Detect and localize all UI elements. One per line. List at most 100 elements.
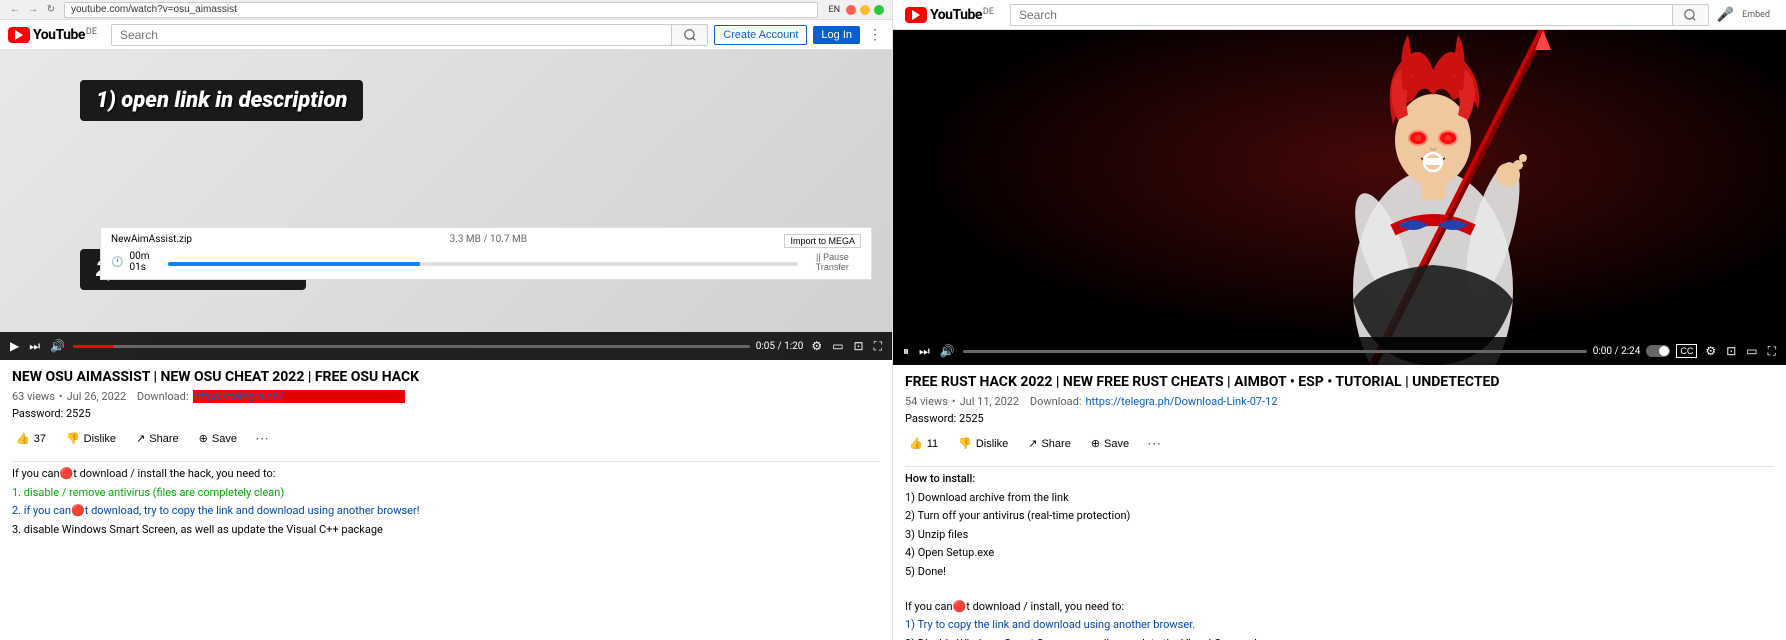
right-fullscreen-button[interactable]: ⛶ [1766, 342, 1778, 361]
right-youtube-logo[interactable]: YouTube DE [905, 7, 994, 23]
left-save-label: Save [212, 433, 237, 445]
dl-progress-fill [168, 262, 420, 266]
maximize-window-button[interactable] [874, 5, 884, 15]
right-video-meta: 54 views • Jul 11, 2022 Download: https:… [905, 395, 1774, 408]
left-video-overlay-1: 1) open link in description [80, 80, 363, 121]
left-save-button[interactable]: ⊕ Save [195, 430, 241, 447]
left-like-count: 37 [34, 433, 46, 445]
left-video-controls: ▶ ⏭ 🔊 0:05 / 1:20 ⚙ ▭ ⊡ ⛶ [0, 332, 892, 360]
right-video-title: FREE RUST HACK 2022 | NEW FREE RUST CHEA… [905, 373, 1774, 391]
left-dislike-button[interactable]: 👎 Dislike [62, 430, 120, 447]
right-youtube-logo-text: YouTube [930, 7, 982, 23]
left-view-count: 63 views [12, 390, 55, 403]
right-miniplayer-button[interactable]: ⊡ [1724, 342, 1738, 360]
left-time-display: 0:05 / 1:20 [756, 341, 804, 352]
right-desc-header: How to install: [905, 471, 1774, 488]
right-share-icon: ↗ [1028, 437, 1037, 450]
left-share-button[interactable]: ↗ Share [132, 430, 183, 447]
back-button[interactable]: ← [8, 3, 22, 17]
right-video-date: Jul 11, 2022 [960, 395, 1020, 408]
right-panel: YouTube DE 🎤 Embed [893, 0, 1786, 640]
right-video-info: FREE RUST HACK 2022 | NEW FREE RUST CHEA… [893, 365, 1786, 640]
autoplay-toggle[interactable] [1646, 345, 1670, 357]
right-save-button[interactable]: ⊕ Save [1087, 435, 1133, 452]
window-controls [846, 5, 884, 15]
right-like-count: 11 [927, 438, 938, 450]
right-desc-line-1: 2) Turn off your antivirus (real-time pr… [905, 508, 1774, 525]
right-save-label: Save [1104, 438, 1129, 450]
left-fullscreen-button[interactable]: ⛶ [872, 337, 884, 356]
left-video-title: NEW OSU AIMASSIST | NEW OSU CHEAT 2022 |… [12, 368, 880, 386]
anime-character-svg [893, 30, 1786, 365]
dl-clock-icon: 🕐 [111, 257, 123, 268]
refresh-button[interactable]: ↻ [44, 3, 58, 17]
dl-filename: NewAimAssist.zip [111, 234, 192, 248]
mic-button[interactable]: 🎤 [1717, 6, 1734, 23]
right-action-more-button[interactable]: ⋯ [1145, 433, 1163, 454]
close-window-button[interactable] [846, 5, 856, 15]
right-desc-line-4: 5) Done! [905, 564, 1774, 581]
right-dislike-button[interactable]: 👎 Dislike [954, 435, 1012, 452]
right-volume-button[interactable]: 🔊 [938, 342, 957, 360]
left-browser-bar: ← → ↻ EN [0, 0, 892, 20]
right-desc-line-2: 3) Unzip files [905, 527, 1774, 544]
right-video-controls: ⏸ ⏭ 🔊 0:00 / 2:24 CC ⚙ ⊡ ▭ ⛶ [893, 337, 1786, 365]
create-account-button[interactable]: Create Account [714, 25, 807, 45]
left-search-input[interactable] [112, 25, 671, 45]
left-next-button[interactable]: ⏭ [27, 337, 42, 356]
right-search-button[interactable] [1672, 4, 1708, 26]
right-time-display: 0:00 / 2:24 [1593, 346, 1641, 357]
autoplay-track [1646, 345, 1670, 357]
left-url-bar[interactable] [64, 2, 818, 18]
left-like-button[interactable]: 👍 37 [12, 430, 50, 447]
left-youtube-logo[interactable]: YouTube DE [8, 27, 97, 43]
left-volume-button[interactable]: 🔊 [48, 337, 67, 355]
left-miniplayer-button[interactable]: ▭ [830, 337, 845, 355]
right-like-button[interactable]: 👍 11 [905, 435, 942, 452]
right-cc-button[interactable]: CC [1676, 344, 1697, 358]
left-header-right: Create Account Log In ⋮ [714, 24, 884, 45]
left-download-url[interactable]: https://telegra.ph/ [193, 390, 406, 403]
right-youtube-header: YouTube DE 🎤 Embed [893, 0, 1786, 30]
lang-label: EN [828, 5, 840, 15]
left-youtube-logo-country: DE [86, 27, 97, 37]
right-desc-line-0: 1) Download archive from the link [905, 490, 1774, 507]
left-more-button[interactable]: ⋮ [866, 24, 884, 45]
embed-label: Embed [1742, 10, 1770, 20]
forward-button[interactable]: → [26, 3, 40, 17]
right-search-icon [1683, 8, 1697, 22]
left-password: Password: 2525 [12, 407, 880, 420]
left-youtube-logo-icon [8, 27, 30, 43]
left-video-meta: 63 views • Jul 26, 2022 Download: https:… [12, 390, 880, 403]
left-desc-line-0: If you can🔴t download / install the hack… [12, 466, 880, 483]
right-search-input[interactable] [1011, 5, 1672, 25]
right-next-button[interactable]: ⏭ [917, 342, 932, 361]
right-video-description: How to install: 1) Download archive from… [905, 471, 1774, 640]
right-settings-button[interactable]: ⚙ [1703, 342, 1718, 360]
left-play-button[interactable]: ▶ [8, 337, 21, 355]
right-pause-button[interactable]: ⏸ [901, 342, 911, 361]
left-share-label: Share [149, 433, 178, 445]
pause-transfer-button[interactable]: || Pause Transfer [804, 252, 861, 272]
right-share-button[interactable]: ↗ Share [1024, 435, 1075, 452]
right-progress-bar[interactable] [963, 350, 1587, 353]
right-theater-button[interactable]: ▭ [1744, 342, 1759, 360]
left-panel: ← → ↻ EN YouTube DE [0, 0, 893, 640]
right-thumb-up-icon: 👍 [909, 437, 923, 450]
left-youtube-logo-text: YouTube [33, 27, 85, 43]
left-action-more-button[interactable]: ⋯ [253, 428, 271, 449]
left-theater-button[interactable]: ⊡ [852, 337, 866, 355]
left-divider [12, 461, 880, 462]
minimize-window-button[interactable] [860, 5, 870, 15]
log-in-button[interactable]: Log In [813, 26, 860, 44]
left-search-button[interactable] [671, 24, 707, 46]
left-video-info: NEW OSU AIMASSIST | NEW OSU CHEAT 2022 |… [0, 360, 892, 640]
left-dislike-label: Dislike [84, 433, 116, 445]
right-dislike-label: Dislike [976, 438, 1008, 450]
left-progress-bar[interactable] [73, 345, 750, 348]
right-desc-line-6: If you can🔴t download / install, you nee… [905, 599, 1774, 616]
import-mega-button[interactable]: Import to MEGA [784, 234, 861, 248]
left-settings-button[interactable]: ⚙ [809, 337, 824, 355]
right-download-url[interactable]: https://telegra.ph/Download-Link-07-12 [1086, 395, 1278, 408]
right-password: Password: 2525 [905, 412, 1774, 425]
